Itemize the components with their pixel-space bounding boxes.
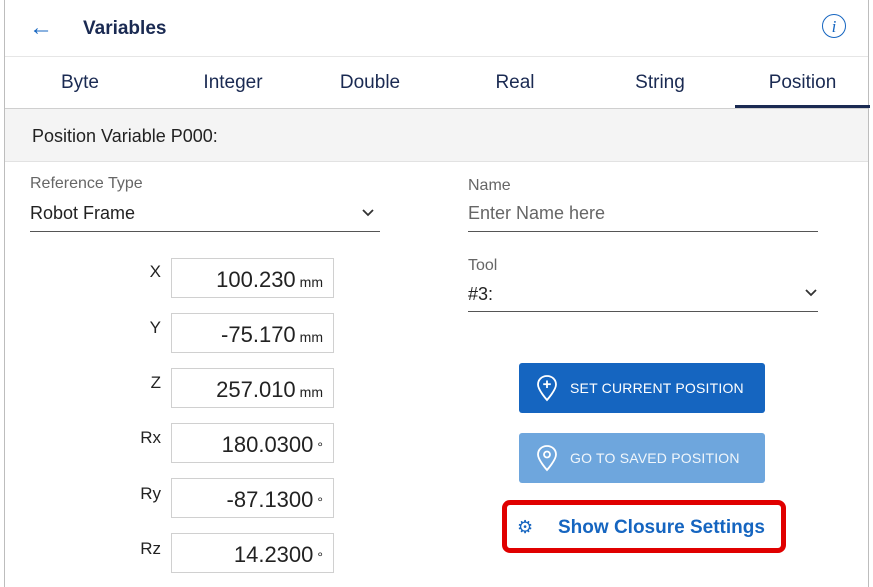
- coord-unit-rx: °: [317, 439, 323, 455]
- coord-unit-x: mm: [299, 274, 323, 290]
- reference-type-underline: [30, 231, 380, 232]
- location-add-icon: [537, 375, 557, 402]
- reference-type-value: Robot Frame: [30, 203, 136, 223]
- coord-value-x: 100.230: [216, 267, 296, 292]
- show-closure-settings-label: Show Closure Settings: [558, 517, 765, 538]
- coord-unit-z: mm: [299, 384, 323, 400]
- coord-label-y: Y: [149, 318, 161, 337]
- set-current-position-button[interactable]: SET CURRENT POSITION: [519, 363, 765, 413]
- section-title: Position Variable P000:: [32, 126, 218, 146]
- tool-value: #3:: [468, 284, 494, 304]
- info-icon[interactable]: i: [822, 14, 846, 38]
- tab-string[interactable]: String: [615, 57, 705, 108]
- coord-field-ry[interactable]: -87.1300 °: [171, 478, 334, 518]
- coord-field-z[interactable]: 257.010 mm: [171, 368, 334, 408]
- tab-real[interactable]: Real: [480, 57, 550, 108]
- chevron-down-icon: [805, 289, 817, 297]
- coord-value-y: -75.170: [221, 322, 296, 347]
- location-pin-icon: [537, 445, 557, 472]
- coord-value-rz: 14.2300: [233, 542, 314, 567]
- coord-unit-ry: °: [317, 494, 323, 510]
- tab-integer[interactable]: Integer: [183, 57, 283, 108]
- coord-field-x[interactable]: 100.230 mm: [171, 258, 334, 298]
- coord-label-rz: Rz: [140, 539, 161, 558]
- variables-panel: ← Variables i Byte Integer Double Real S…: [4, 0, 870, 587]
- coord-field-rx[interactable]: 180.0300 °: [171, 423, 334, 463]
- coord-value-rx: 180.0300: [221, 432, 314, 457]
- coord-field-y[interactable]: -75.170 mm: [171, 313, 334, 353]
- name-label: Name: [468, 177, 511, 194]
- coord-label-rx: Rx: [140, 428, 161, 447]
- header-bar: ← Variables i: [5, 0, 868, 57]
- coord-field-rz[interactable]: 14.2300 °: [171, 533, 334, 573]
- go-to-saved-position-label: GO TO SAVED POSITION: [570, 450, 740, 466]
- name-underline: [468, 231, 818, 232]
- page-title: Variables: [83, 18, 167, 39]
- coord-value-ry: -87.1300: [226, 487, 314, 512]
- section-header: Position Variable P000:: [5, 109, 868, 162]
- coord-unit-rz: °: [317, 549, 323, 565]
- coord-label-z: Z: [150, 373, 161, 392]
- tool-label: Tool: [468, 257, 498, 274]
- name-placeholder: Enter Name here: [468, 203, 606, 223]
- tool-underline: [468, 311, 818, 312]
- back-arrow-icon[interactable]: ←: [29, 14, 53, 42]
- coord-label-ry: Ry: [140, 484, 161, 503]
- set-current-position-label: SET CURRENT POSITION: [570, 380, 744, 396]
- go-to-saved-position-button[interactable]: GO TO SAVED POSITION: [519, 433, 765, 483]
- tab-position[interactable]: Position: [735, 57, 870, 108]
- tab-double[interactable]: Double: [325, 57, 415, 108]
- tab-bar: Byte Integer Double Real String Position: [5, 57, 870, 109]
- coord-unit-y: mm: [299, 329, 323, 345]
- chevron-down-icon: [362, 209, 374, 217]
- gear-icon: ⚙: [517, 517, 534, 537]
- show-closure-settings-button[interactable]: ⚙ Show Closure Settings: [502, 500, 786, 553]
- reference-type-label: Reference Type: [30, 175, 143, 192]
- tab-byte[interactable]: Byte: [45, 57, 115, 108]
- coord-value-z: 257.010: [216, 377, 296, 402]
- coord-label-x: X: [149, 262, 161, 281]
